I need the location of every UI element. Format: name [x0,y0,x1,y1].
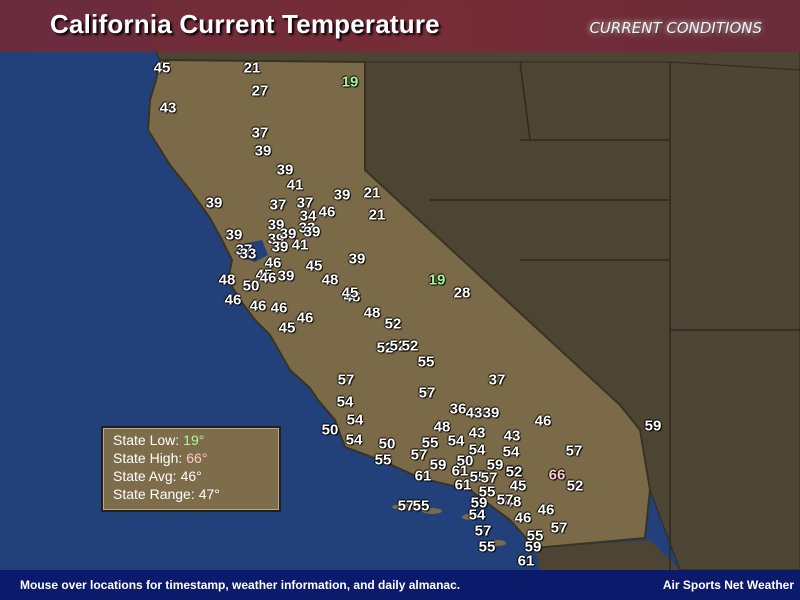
temperature-label[interactable]: 21 [369,207,386,224]
temperature-label[interactable]: 46 [250,298,267,315]
temperature-label[interactable]: 45 [306,258,323,275]
temperature-label[interactable]: 41 [287,177,304,194]
temperature-label[interactable]: 61 [518,553,535,570]
temperature-label[interactable]: 46 [319,204,336,221]
temperature-label[interactable]: 52 [385,316,402,333]
temperature-label[interactable]: 52 [402,338,419,355]
temperature-label[interactable]: 43 [160,100,177,117]
temperature-label[interactable]: 36 [450,401,467,418]
temperature-label[interactable]: 61 [415,468,432,485]
stat-range-value: 47° [198,486,220,502]
temperature-label[interactable]: 55 [413,498,430,515]
temperature-label[interactable]: 46 [538,502,555,519]
temperature-label-high[interactable]: 66 [549,467,566,484]
stat-low-value: 19° [183,432,205,448]
temperature-label[interactable]: 48 [322,272,339,289]
temperature-label[interactable]: 37 [489,372,506,389]
temperature-label-low[interactable]: 19 [342,74,359,91]
temperature-label[interactable]: 54 [347,412,364,429]
temperature-label[interactable]: 46 [297,310,314,327]
temperature-label[interactable]: 37 [252,125,269,142]
temperature-label[interactable]: 54 [346,432,363,449]
temperature-label[interactable]: 54 [448,433,465,450]
state-stats-panel: State Low: 19° State High: 66° State Avg: 4… [101,426,281,512]
temperature-label[interactable]: 59 [430,457,447,474]
temperature-label[interactable]: 39 [206,195,223,212]
temperature-label[interactable]: 39 [483,405,500,422]
current-conditions-badge: CURRENT CONDITIONS [589,19,762,37]
temperature-label[interactable]: 59 [645,418,662,435]
temperature-label[interactable]: 21 [364,185,381,202]
stat-avg-row: State Avg: 46° [113,468,202,484]
stat-avg-value: 46° [180,468,202,484]
temperature-label[interactable]: 41 [292,237,309,254]
temperature-label[interactable]: 45 [154,60,171,77]
temperature-label[interactable]: 33 [240,246,257,263]
temperature-label[interactable]: 46 [271,300,288,317]
temperature-label[interactable]: 55 [418,354,435,371]
temperature-label[interactable]: 45 [342,285,359,302]
temperature-label[interactable]: 46 [535,413,552,430]
temperature-label[interactable]: 50 [379,436,396,453]
temperature-label[interactable]: 39 [334,187,351,204]
temperature-label[interactable]: 50 [322,422,339,439]
stat-high-label: State High: [113,450,183,466]
temperature-map: California Current Temperature CURRENT C… [0,0,800,600]
temperature-label[interactable]: 45 [279,320,296,337]
temperature-label[interactable]: 43 [504,428,521,445]
stat-avg-label: State Avg: [113,468,177,484]
temperature-label[interactable]: 57 [411,447,428,464]
temperature-label[interactable]: 50 [243,278,260,295]
stat-low-label: State Low: [113,432,180,448]
temperature-label[interactable]: 57 [475,523,492,540]
temperature-label[interactable]: 57 [566,443,583,460]
temperature-label[interactable]: 61 [455,477,472,494]
stat-range-row: State Range: 47° [113,486,220,502]
temperature-label[interactable]: 43 [469,425,486,442]
page-title: California Current Temperature [50,9,440,39]
temperature-label[interactable]: 57 [338,372,355,389]
temperature-label[interactable]: 54 [337,394,354,411]
temperature-label[interactable]: 46 [225,292,242,309]
temperature-label[interactable]: 57 [551,520,568,537]
stat-low-row: State Low: 19° [113,432,204,448]
temperature-label-low[interactable]: 19 [429,272,446,289]
temperature-label[interactable]: 39 [272,239,289,256]
temperature-label[interactable]: 57 [497,492,514,509]
temperature-label[interactable]: 39 [255,143,272,160]
temperature-label[interactable]: 55 [479,539,496,556]
temperature-label[interactable]: 27 [252,83,269,100]
temperature-label[interactable]: 39 [278,268,295,285]
temperature-label[interactable]: 46 [515,510,532,527]
temperature-label[interactable]: 43 [466,405,483,422]
stat-high-row: State High: 66° [113,450,207,466]
temperature-label[interactable]: 21 [244,60,261,77]
temperature-label[interactable]: 48 [364,305,381,322]
stat-high-value: 66° [186,450,208,466]
footer-bar: Mouse over locations for timestamp, weat… [0,570,800,600]
footer-brand: Air Sports Net Weather [662,578,794,592]
temperature-label[interactable]: 37 [270,197,287,214]
temperature-label[interactable]: 54 [503,444,520,461]
footer-instruction: Mouse over locations for timestamp, weat… [20,578,461,592]
temperature-label[interactable]: 39 [349,251,366,268]
temperature-label[interactable]: 52 [567,478,584,495]
temperature-label[interactable]: 28 [454,285,471,302]
temperature-label[interactable]: 46 [260,270,277,287]
temperature-label[interactable]: 55 [375,452,392,469]
stat-range-label: State Range: [113,486,195,502]
temperature-label[interactable]: 54 [469,507,486,524]
temperature-label[interactable]: 48 [219,272,236,289]
temperature-label[interactable]: 57 [419,385,436,402]
